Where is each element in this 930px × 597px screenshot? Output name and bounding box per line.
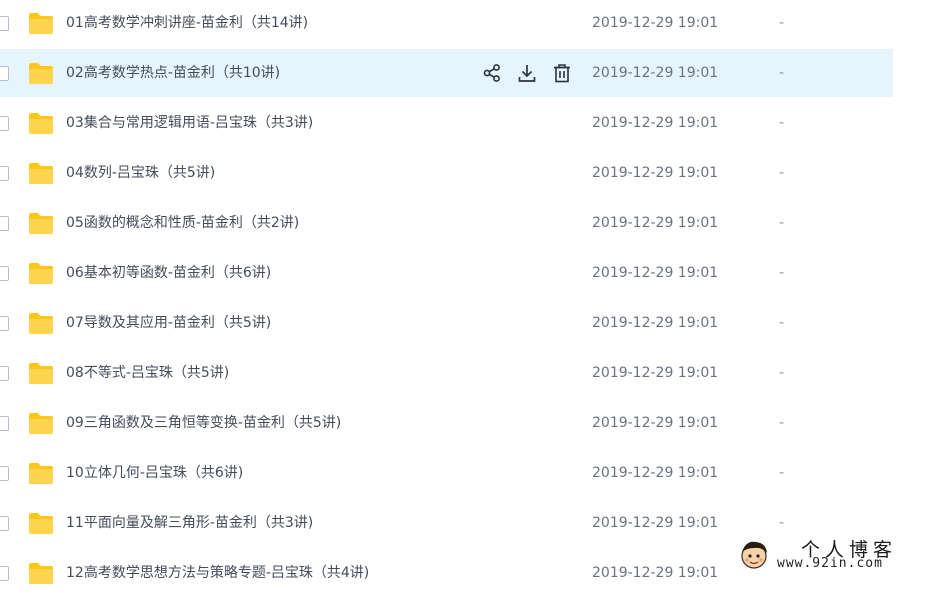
folder-icon bbox=[28, 361, 54, 385]
modified-date: 2019-12-29 19:01 bbox=[592, 565, 719, 581]
file-size: - bbox=[779, 115, 785, 131]
folder-icon bbox=[28, 11, 54, 35]
file-name[interactable]: 03集合与常用逻辑用语-吕宝珠（共3讲) bbox=[66, 113, 313, 133]
folder-icon bbox=[28, 411, 54, 435]
folder-icon bbox=[28, 161, 54, 185]
row-checkbox[interactable] bbox=[0, 466, 9, 481]
share-button[interactable] bbox=[481, 62, 503, 84]
modified-date: 2019-12-29 19:01 bbox=[592, 515, 719, 531]
file-list: 01高考数学冲刺讲座-苗金利（共14讲) 2019-12-29 19:01-02高… bbox=[0, 0, 930, 584]
file-size: - bbox=[779, 265, 785, 281]
row-checkbox[interactable] bbox=[0, 516, 9, 531]
modified-date: 2019-12-29 19:01 bbox=[592, 365, 719, 381]
modified-date: 2019-12-29 19:01 bbox=[592, 165, 719, 181]
row-checkbox[interactable] bbox=[0, 216, 9, 231]
file-name[interactable]: 12高考数学思想方法与策略专题-吕宝珠（共4讲) bbox=[66, 563, 369, 583]
file-size: - bbox=[779, 365, 785, 381]
folder-icon bbox=[28, 61, 54, 85]
file-size: - bbox=[779, 315, 785, 331]
row-checkbox[interactable] bbox=[0, 316, 9, 331]
file-size: - bbox=[779, 165, 785, 181]
file-row[interactable]: 06基本初等函数-苗金利（共6讲) 2019-12-29 19:01 - bbox=[0, 249, 893, 297]
file-name[interactable]: 07导数及其应用-苗金利（共5讲) bbox=[66, 313, 271, 333]
modified-date: 2019-12-29 19:01 bbox=[592, 315, 719, 331]
file-row[interactable]: 07导数及其应用-苗金利（共5讲) 2019-12-29 19:01 - bbox=[0, 299, 893, 347]
row-checkbox[interactable] bbox=[0, 116, 9, 131]
file-row[interactable]: 02高考数学热点-苗金利（共10讲) 2019-12-29 19:01 - bbox=[0, 49, 893, 97]
row-checkbox[interactable] bbox=[0, 366, 9, 381]
file-name[interactable]: 11平面向量及解三角形-苗金利（共3讲) bbox=[66, 513, 313, 533]
file-row[interactable]: 09三角函数及三角恒等变换-苗金利（共5讲) 2019-12-29 19:01 - bbox=[0, 399, 893, 447]
modified-date: 2019-12-29 19:01 bbox=[592, 465, 719, 481]
row-checkbox[interactable] bbox=[0, 416, 9, 431]
modified-date: 2019-12-29 19:01 bbox=[592, 115, 719, 131]
share-icon bbox=[481, 64, 503, 88]
cartoon-avatar-icon bbox=[741, 541, 767, 569]
delete-icon bbox=[551, 64, 573, 88]
file-name[interactable]: 04数列-吕宝珠（共5讲) bbox=[66, 163, 215, 183]
file-row[interactable]: 03集合与常用逻辑用语-吕宝珠（共3讲) 2019-12-29 19:01 - bbox=[0, 99, 893, 147]
modified-date: 2019-12-29 19:01 bbox=[592, 15, 719, 31]
folder-icon bbox=[28, 261, 54, 285]
file-name[interactable]: 01高考数学冲刺讲座-苗金利（共14讲) bbox=[66, 13, 308, 33]
file-row[interactable]: 04数列-吕宝珠（共5讲) 2019-12-29 19:01 - bbox=[0, 149, 893, 197]
download-button[interactable] bbox=[516, 62, 538, 84]
file-name[interactable]: 06基本初等函数-苗金利（共6讲) bbox=[66, 263, 271, 283]
modified-date: 2019-12-29 19:01 bbox=[592, 65, 719, 81]
file-row[interactable]: 10立体几何-吕宝珠（共6讲) 2019-12-29 19:01 - bbox=[0, 449, 893, 497]
file-size: - bbox=[779, 65, 785, 81]
watermark-url: www.92in.com bbox=[777, 556, 883, 571]
file-name[interactable]: 09三角函数及三角恒等变换-苗金利（共5讲) bbox=[66, 413, 341, 433]
folder-icon bbox=[28, 561, 54, 585]
row-checkbox[interactable] bbox=[0, 16, 9, 31]
folder-icon bbox=[28, 111, 54, 135]
modified-date: 2019-12-29 19:01 bbox=[592, 215, 719, 231]
folder-icon bbox=[28, 211, 54, 235]
file-row[interactable]: 05函数的概念和性质-苗金利（共2讲) 2019-12-29 19:01 - bbox=[0, 199, 893, 247]
file-size: - bbox=[779, 415, 785, 431]
delete-button[interactable] bbox=[551, 62, 573, 84]
file-size: - bbox=[779, 15, 785, 31]
file-name[interactable]: 08不等式-吕宝珠（共5讲) bbox=[66, 363, 229, 383]
folder-icon bbox=[28, 311, 54, 335]
folder-icon bbox=[28, 511, 54, 535]
file-row[interactable]: 01高考数学冲刺讲座-苗金利（共14讲) 2019-12-29 19:01 - bbox=[0, 0, 893, 47]
file-size: - bbox=[779, 465, 785, 481]
modified-date: 2019-12-29 19:01 bbox=[592, 265, 719, 281]
row-checkbox[interactable] bbox=[0, 66, 9, 81]
download-icon bbox=[516, 65, 538, 88]
file-size: - bbox=[779, 515, 785, 531]
row-checkbox[interactable] bbox=[0, 266, 9, 281]
file-size: - bbox=[779, 215, 785, 231]
row-checkbox[interactable] bbox=[0, 166, 9, 181]
modified-date: 2019-12-29 19:01 bbox=[592, 415, 719, 431]
row-checkbox[interactable] bbox=[0, 566, 9, 581]
file-row[interactable]: 08不等式-吕宝珠（共5讲) 2019-12-29 19:01 - bbox=[0, 349, 893, 397]
file-name[interactable]: 05函数的概念和性质-苗金利（共2讲) bbox=[66, 213, 299, 233]
file-name[interactable]: 02高考数学热点-苗金利（共10讲) bbox=[66, 63, 280, 83]
watermark: 个人博客 www.92in.com bbox=[733, 533, 930, 575]
file-name[interactable]: 10立体几何-吕宝珠（共6讲) bbox=[66, 463, 243, 483]
folder-icon bbox=[28, 461, 54, 485]
